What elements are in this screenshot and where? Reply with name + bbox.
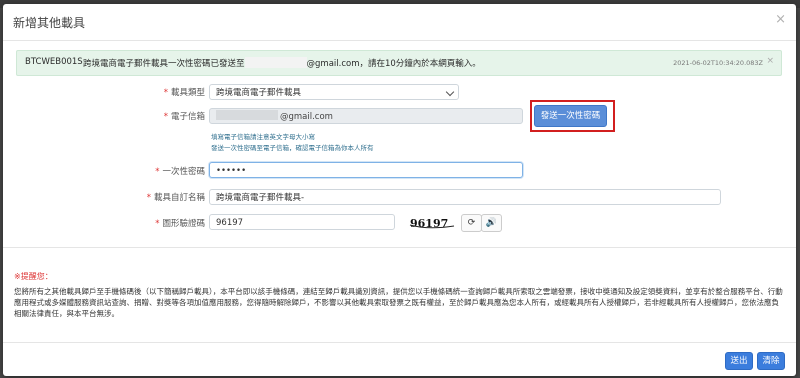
captcha-input[interactable]: 96197 <box>209 214 395 230</box>
redacted-email-user <box>216 110 278 120</box>
chevron-down-icon <box>445 87 455 97</box>
nickname-input[interactable]: 跨境電商電子郵件載具- <box>209 189 721 205</box>
alert-code: BTCWEB001S <box>25 57 83 67</box>
required-mark: * <box>146 193 151 203</box>
captcha-label: * 圖形驗證碼 <box>155 219 205 229</box>
otp-label: * 一次性密碼 <box>155 167 205 177</box>
alert-close-icon[interactable]: × <box>766 56 774 66</box>
required-mark: * <box>155 167 160 177</box>
otp-input[interactable]: •••••• <box>209 162 523 178</box>
audio-captcha-icon[interactable]: 🔊 <box>481 214 502 232</box>
send-otp-button[interactable]: 發送一次性密碼 <box>534 105 607 127</box>
email-label: * 電子信箱 <box>163 112 205 122</box>
dialog-header: 新增其他載具 × <box>3 4 796 41</box>
notice-body: 您將所有之其他載具歸戶至手機條碼後（以下簡稱歸戶載具），本平台即以該手機條碼，連… <box>14 287 783 318</box>
divider <box>3 247 796 248</box>
email-field[interactable]: @gmail.com <box>209 108 523 124</box>
alert-message-prefix: 跨境電商電子郵件載具一次性密碼已發送至 <box>83 59 245 69</box>
email-hint: 填寫電子信箱請注意英文字母大小寫 <box>211 133 315 141</box>
otp-hint: 發送一次性密碼至電子信箱，確認電子信箱為你本人所有 <box>211 144 374 152</box>
captcha-image: 96197 <box>409 217 455 230</box>
close-icon[interactable]: × <box>775 12 786 27</box>
add-carrier-dialog: 新增其他載具 × BTCWEB001S 跨境電商電子郵件載具一次性密碼已發送至 @… <box>3 4 796 376</box>
nickname-label: * 載具自訂名稱 <box>146 193 205 203</box>
alert-message: 跨境電商電子郵件載具一次性密碼已發送至 @gmail.com，請在10分鐘內於本網… <box>83 57 481 69</box>
alert-message-suffix: @gmail.com，請在10分鐘內於本網頁輸入。 <box>306 59 481 69</box>
dialog-title: 新增其他載具 <box>13 16 86 30</box>
carrier-type-select[interactable]: 跨境電商電子郵件載具 <box>209 84 459 100</box>
success-alert: BTCWEB001S 跨境電商電子郵件載具一次性密碼已發送至 @gmail.com… <box>16 50 782 76</box>
notice-title: ※提醒您： <box>14 272 53 281</box>
carrier-type-label: * 載具類型 <box>163 88 205 98</box>
footer-divider <box>3 342 796 343</box>
clear-button[interactable]: 清除 <box>757 352 785 370</box>
alert-timestamp: 2021-06-02T10:34:20.083Z <box>673 59 763 67</box>
required-mark: * <box>163 112 168 122</box>
refresh-captcha-icon[interactable]: ⟳ <box>461 214 482 232</box>
redacted-email <box>244 57 307 68</box>
required-mark: * <box>163 88 168 98</box>
required-mark: * <box>155 219 160 229</box>
submit-button[interactable]: 送出 <box>725 352 753 370</box>
